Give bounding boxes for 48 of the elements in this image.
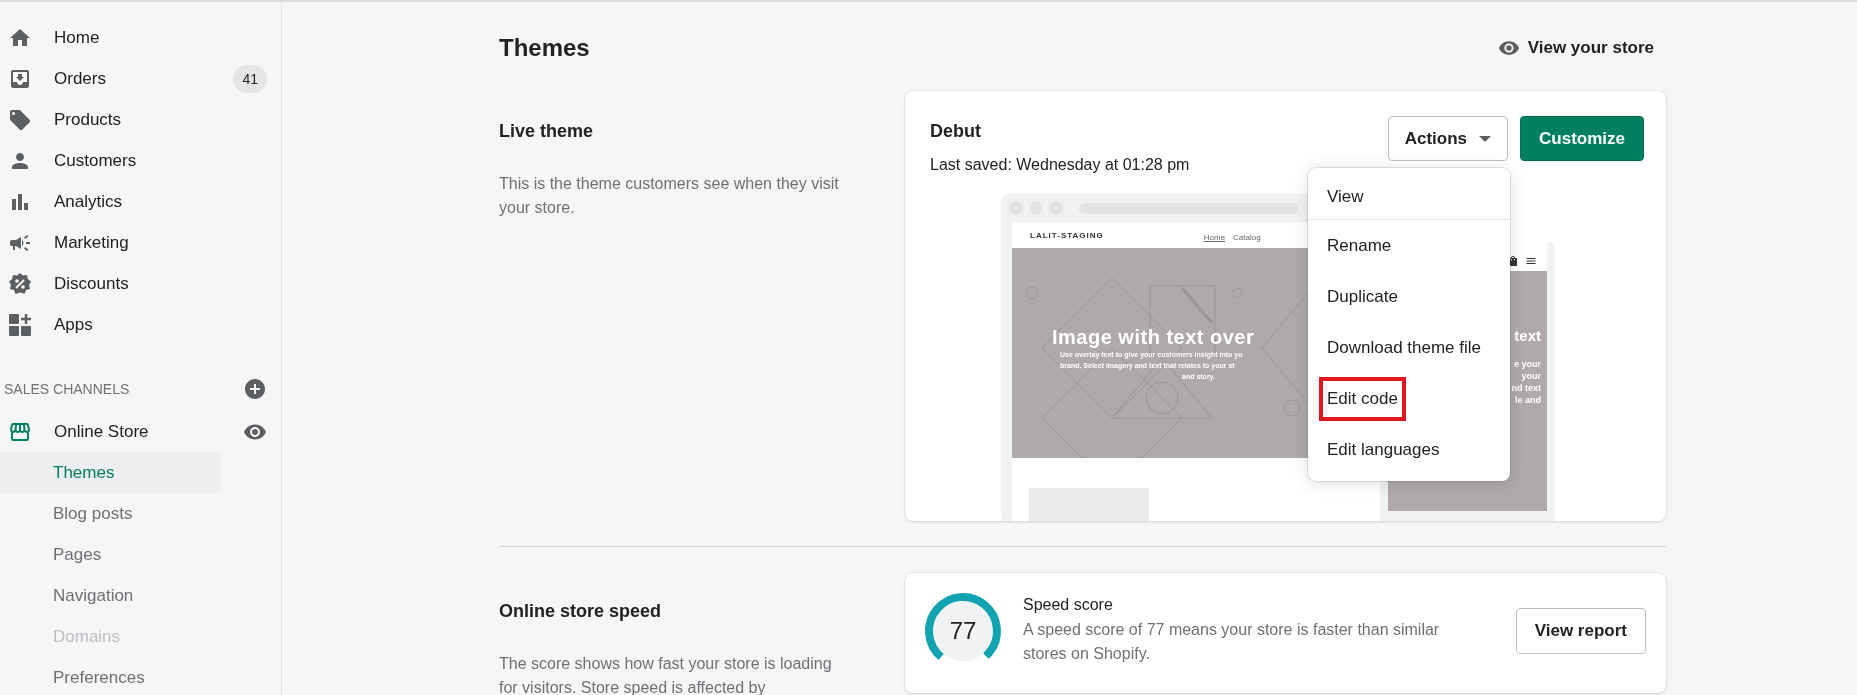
sidebar-item[interactable]: Analytics bbox=[0, 181, 281, 222]
sidebar-subitem[interactable]: Navigation bbox=[0, 575, 221, 616]
sidebar-subitem[interactable]: Blog posts bbox=[0, 493, 221, 534]
speed-title: Speed score bbox=[1023, 596, 1114, 614]
menu-icon bbox=[1525, 255, 1537, 267]
store-name: LALIT-STAGING bbox=[1030, 230, 1104, 240]
section-heading: Online store speed bbox=[499, 601, 663, 622]
view-report-button[interactable]: View report bbox=[1515, 608, 1646, 654]
section-heading: SALES CHANNELS bbox=[4, 381, 130, 397]
sidebar-item[interactable]: Discounts bbox=[0, 263, 281, 304]
apps-grid-icon bbox=[8, 312, 32, 337]
menu-item[interactable]: View bbox=[1319, 174, 1372, 219]
sidebar-item[interactable]: Products bbox=[0, 99, 281, 140]
menu-item[interactable]: Edit languages bbox=[1319, 427, 1448, 472]
sidebar-subitem[interactable]: Pages bbox=[0, 534, 221, 575]
page-title: Themes bbox=[499, 34, 590, 62]
sidebar-item[interactable]: Home bbox=[0, 17, 281, 58]
customize-button[interactable]: Customize bbox=[1520, 116, 1644, 161]
section-heading: Live theme bbox=[499, 121, 595, 142]
caret-icon bbox=[1479, 135, 1492, 142]
speed-description: A speed score of 77 means your store is faster than similar stores on Shopify. bbox=[1023, 620, 1441, 664]
hero-text: your bbox=[1521, 370, 1541, 382]
hero-text: nd text bbox=[1511, 382, 1541, 394]
sidebar-subitem[interactable]: Themes bbox=[0, 452, 221, 493]
percent-badge-icon bbox=[8, 271, 32, 296]
sidebar-item[interactable]: Customers bbox=[0, 140, 281, 181]
last-saved-text: Last saved: Wednesday at 01:28 pm bbox=[930, 156, 1190, 174]
menu-item[interactable]: Duplicate bbox=[1319, 274, 1406, 319]
menu-item[interactable]: Edit code bbox=[1319, 376, 1406, 421]
sidebar-item[interactable]: Marketing bbox=[0, 222, 281, 263]
section-description: This is the theme customers see when they visit your store. bbox=[499, 174, 840, 218]
hero-text: e your bbox=[1514, 358, 1541, 370]
menu-item[interactable]: Download theme file bbox=[1319, 325, 1490, 370]
hero-text: le and bbox=[1515, 394, 1541, 406]
hero-title: Image with text over bbox=[1052, 326, 1255, 349]
sidebar-item[interactable]: Online Store bbox=[0, 411, 281, 452]
add-icon[interactable] bbox=[243, 377, 267, 401]
score-value: 77 bbox=[949, 617, 977, 645]
menu-item[interactable]: Rename bbox=[1319, 223, 1400, 268]
sidebar-item[interactable]: Apps bbox=[0, 304, 281, 345]
view-store-link[interactable]: View your store bbox=[1497, 37, 1654, 59]
theme-name: Debut bbox=[930, 121, 982, 142]
tag-icon bbox=[8, 107, 32, 132]
count-badge: 41 bbox=[233, 64, 267, 93]
sidebar-subitem[interactable]: Preferences bbox=[0, 657, 221, 695]
sidebar-item[interactable]: Orders 41 bbox=[0, 58, 281, 99]
actions-button[interactable]: Actions bbox=[1387, 116, 1509, 161]
hero-title: text bbox=[1514, 327, 1541, 344]
